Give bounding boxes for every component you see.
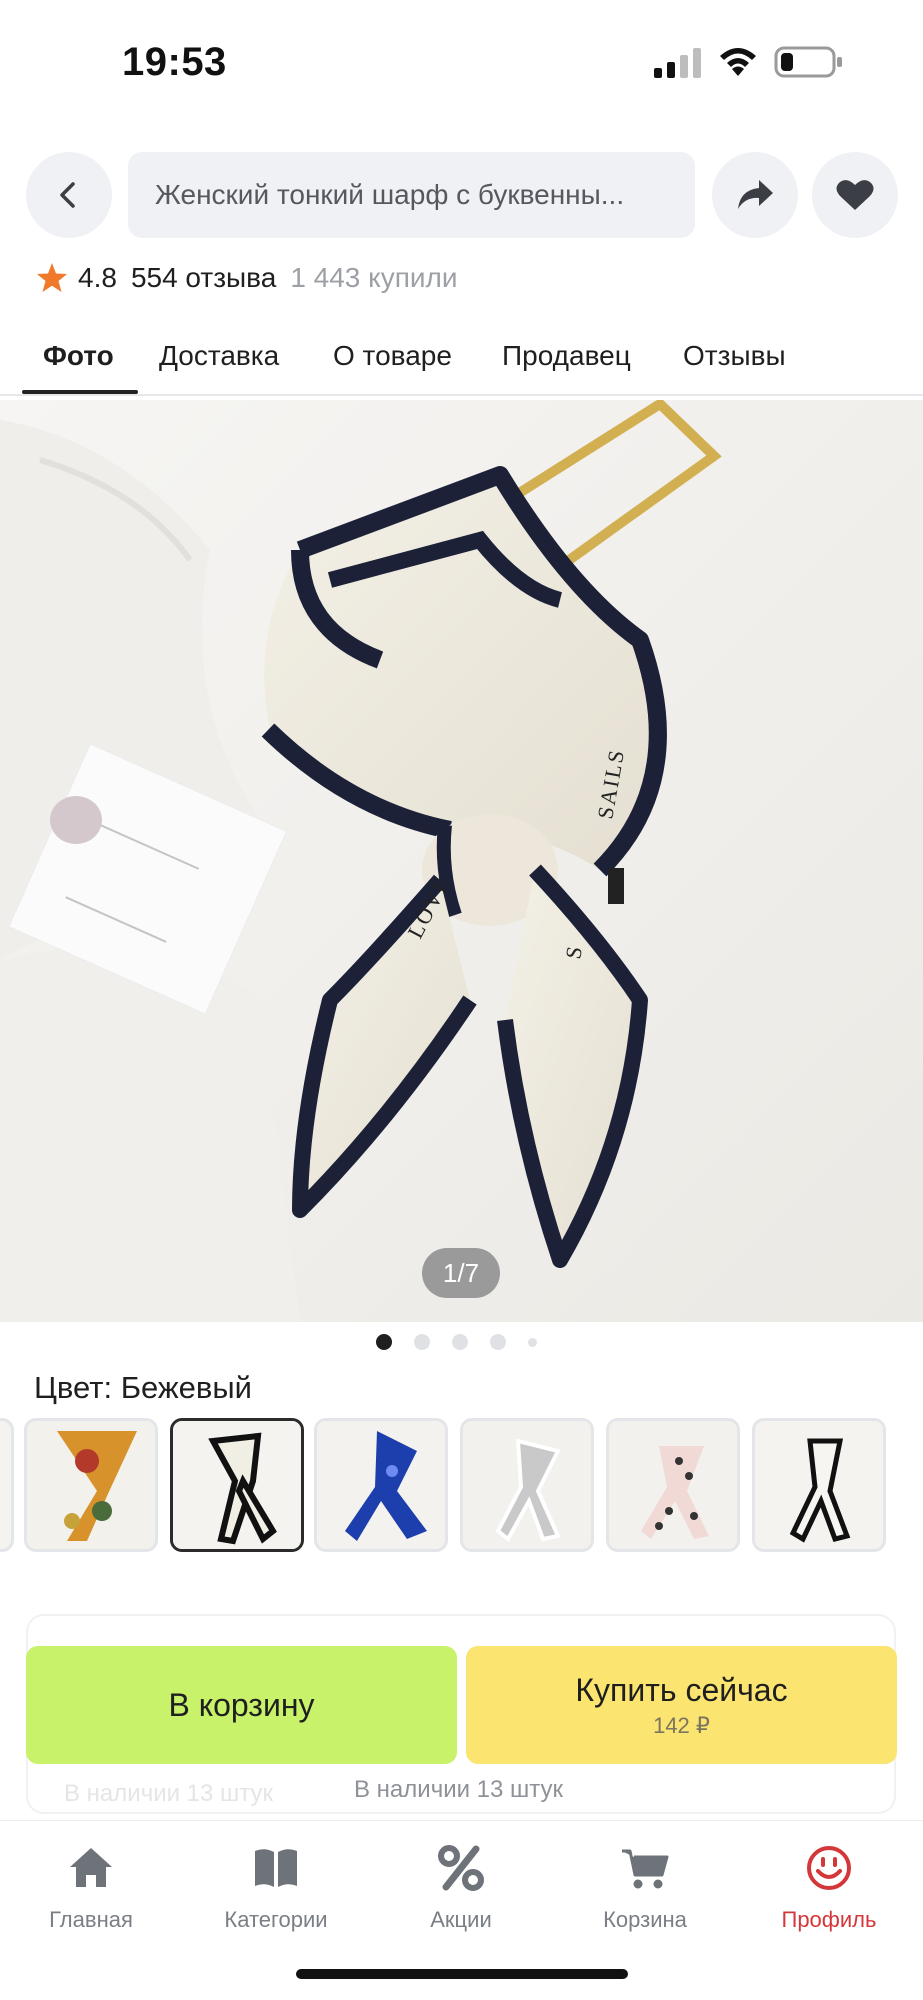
gallery-dot: [528, 1337, 537, 1347]
stock-text: В наличии 13 штук: [354, 1776, 564, 1803]
back-button[interactable]: [26, 152, 112, 238]
scarf-photo: LOVE SAILS S: [0, 400, 923, 1322]
buy-now-label: Купить сейчас: [575, 1671, 788, 1708]
color-label: Цвет: Бежевый: [34, 1370, 252, 1405]
gallery-dot: [376, 1334, 392, 1350]
active-tab-indicator: [22, 390, 138, 394]
tab-reviews[interactable]: Отзывы: [683, 340, 786, 372]
status-time: 19:53: [122, 40, 227, 84]
product-image[interactable]: LOVE SAILS S: [0, 400, 923, 1322]
signal-icon: [654, 48, 701, 78]
book-icon: [255, 1849, 297, 1887]
buy-now-button[interactable]: Купить сейчас 142 ₽: [466, 1646, 897, 1764]
product-title-search[interactable]: Женский тонкий шарф с буквенны...: [128, 152, 695, 238]
variant-thumb-white-black[interactable]: [752, 1418, 886, 1552]
chevron-left-icon: [60, 182, 75, 208]
section-tabs: Фото Доставка О товаре Продавец Отзывы: [0, 330, 923, 396]
gallery-dot: [452, 1334, 468, 1350]
battery-icon: [774, 46, 842, 78]
nav-home[interactable]: Главная: [16, 1843, 166, 1933]
star-icon: [37, 263, 67, 292]
variant-thumb-floral[interactable]: [24, 1418, 158, 1552]
tab-seller[interactable]: Продавец: [502, 340, 631, 372]
share-button[interactable]: [712, 152, 798, 238]
tab-delivery[interactable]: Доставка: [159, 340, 279, 372]
variant-thumb-partial[interactable]: [0, 1418, 14, 1552]
search-text: Женский тонкий шарф с буквенны...: [155, 179, 625, 210]
rating-row[interactable]: 4.8 554 отзыва 1 443 купили: [36, 258, 458, 298]
nav-categories[interactable]: Категории: [201, 1843, 351, 1933]
cart-icon: [622, 1849, 669, 1889]
favorite-button[interactable]: [812, 152, 898, 238]
nav-promotions-label: Акции: [430, 1907, 492, 1932]
nav-cart-label: Корзина: [603, 1907, 687, 1932]
stock-text-faded: В наличии 13 штук: [64, 1780, 274, 1807]
rating-score: 4.8: [78, 262, 117, 293]
percent-icon: [438, 1845, 484, 1891]
share-arrow-icon: [738, 180, 773, 209]
smile-icon: [807, 1846, 851, 1890]
nav-cart[interactable]: Корзина: [570, 1843, 720, 1933]
tab-photo[interactable]: Фото: [43, 340, 114, 372]
nav-categories-label: Категории: [224, 1907, 328, 1932]
bought-count: 1 443 купили: [290, 262, 458, 293]
home-indicator: [296, 1969, 628, 1979]
add-to-cart-button[interactable]: В корзину: [26, 1646, 457, 1764]
nav-home-label: Главная: [49, 1907, 133, 1932]
status-bar: 19:53: [0, 0, 923, 125]
color-variants: [0, 1418, 923, 1554]
gallery-dots: [376, 1334, 537, 1350]
reviews-count[interactable]: 554 отзыва: [131, 262, 276, 294]
gallery-dot: [490, 1334, 506, 1350]
nav-profile-label: Профиль: [781, 1907, 877, 1932]
variant-thumb-beige[interactable]: [170, 1418, 304, 1552]
gallery-dot: [414, 1334, 430, 1350]
nav-profile[interactable]: Профиль: [754, 1843, 904, 1933]
nav-promotions[interactable]: Акции: [386, 1843, 536, 1933]
wifi-icon: [720, 48, 756, 76]
image-counter: 1/7: [422, 1248, 500, 1298]
tab-about[interactable]: О товаре: [333, 340, 452, 372]
heart-icon: [836, 180, 874, 210]
variant-thumb-grey[interactable]: [460, 1418, 594, 1552]
variant-thumb-blue[interactable]: [314, 1418, 448, 1552]
home-icon: [70, 1848, 112, 1887]
buy-now-price: 142 ₽: [653, 1712, 710, 1738]
variant-thumb-pink-dots[interactable]: [606, 1418, 740, 1552]
